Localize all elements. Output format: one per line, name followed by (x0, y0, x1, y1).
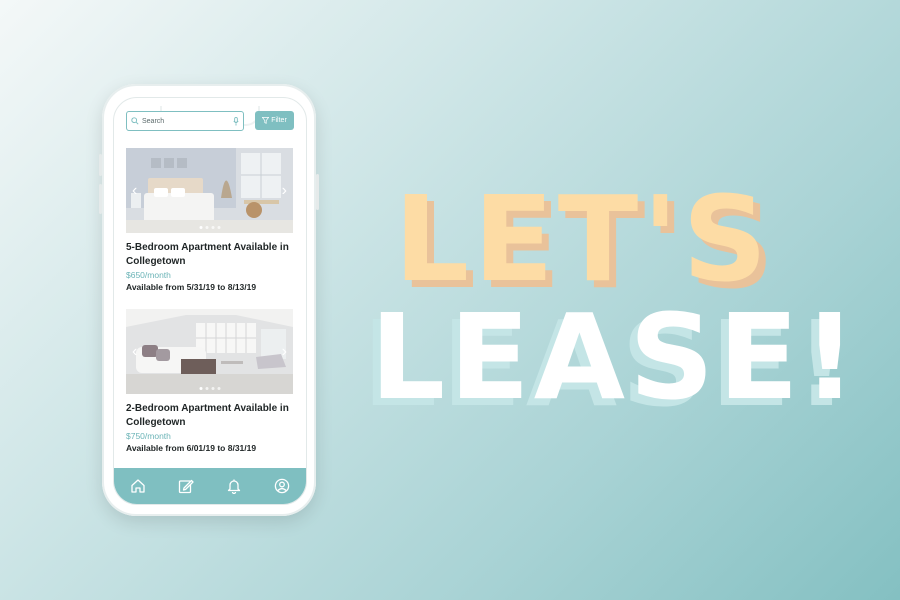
chevron-left-icon[interactable]: ‹ (132, 343, 137, 360)
phone-volume-button (99, 184, 102, 214)
carousel-dots (199, 387, 220, 390)
carousel-dot[interactable] (211, 387, 214, 390)
phone-power-button (316, 174, 319, 210)
search-icon (131, 117, 139, 125)
bedroom-photo (126, 148, 293, 233)
listing-title[interactable]: 5-Bedroom Apartment Available in College… (126, 241, 293, 269)
listing-availability: Available from 5/31/19 to 8/13/19 (126, 282, 257, 292)
listing-availability: Available from 6/01/19 to 8/31/19 (126, 443, 257, 453)
search-placeholder: Search (142, 117, 165, 125)
filter-label: Filter (271, 117, 287, 124)
filter-icon (262, 117, 270, 124)
carousel-dot[interactable] (211, 226, 214, 229)
listing-price: $650/month (126, 270, 171, 280)
phone-side-button (99, 154, 102, 176)
carousel-dot[interactable] (199, 226, 202, 229)
search-bar-row: Search Filter (126, 111, 294, 131)
chevron-right-icon[interactable]: › (282, 182, 287, 199)
listing-card[interactable]: ‹ › 2-Bedroom Apartment Available in Col… (126, 309, 293, 453)
filter-button[interactable]: Filter (255, 111, 294, 130)
living-room-photo (126, 309, 293, 394)
listing-price: $750/month (126, 431, 171, 441)
search-input[interactable]: Search (126, 111, 244, 131)
home-icon[interactable] (130, 478, 146, 494)
carousel-dots (199, 226, 220, 229)
chevron-right-icon[interactable]: › (282, 343, 287, 360)
carousel-dot[interactable] (205, 226, 208, 229)
edit-icon[interactable] (178, 478, 194, 494)
microphone-icon[interactable] (233, 116, 239, 126)
listing-title[interactable]: 2-Bedroom Apartment Available in College… (126, 402, 293, 430)
bottom-nav (114, 468, 306, 504)
phone-screen: Search Filter ‹ › 5-Bedroom Apartment Av… (113, 97, 307, 505)
chevron-left-icon[interactable]: ‹ (132, 182, 137, 199)
listing-card[interactable]: ‹ › 5-Bedroom Apartment Available in Col… (126, 148, 293, 292)
carousel-dot[interactable] (199, 387, 202, 390)
listing-photo[interactable]: ‹ › (126, 148, 293, 233)
bell-icon[interactable] (226, 478, 242, 494)
carousel-dot[interactable] (217, 387, 220, 390)
carousel-dot[interactable] (205, 387, 208, 390)
phone-mockup: Search Filter ‹ › 5-Bedroom Apartment Av… (99, 84, 319, 516)
headline-line-1: LET'S (394, 170, 772, 308)
profile-icon[interactable] (274, 478, 290, 494)
listing-photo[interactable]: ‹ › (126, 309, 293, 394)
carousel-dot[interactable] (217, 226, 220, 229)
headline-line-2: LEASE! (370, 288, 861, 426)
